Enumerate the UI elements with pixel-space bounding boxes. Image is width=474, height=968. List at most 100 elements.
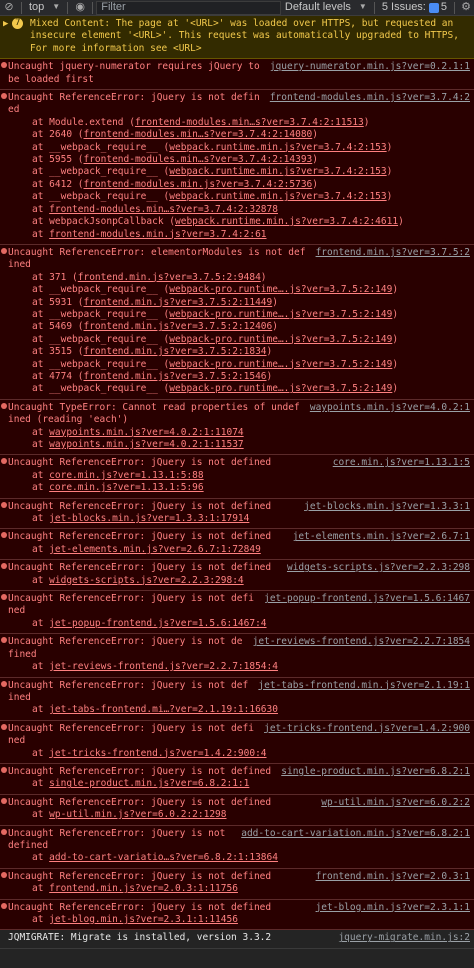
stack-frame-prefix: at __webpack_require__ ( (32, 308, 170, 320)
log-levels-dropdown[interactable]: Default levels ▼ (281, 1, 371, 13)
stack-frame: at frontend-modules.min.js?ver=3.7.4:2:6… (8, 229, 470, 241)
source-link[interactable]: jet-popup-frontend.js?ver=1.5.6:1467 (264, 593, 470, 618)
source-link[interactable]: waypoints.min.js?ver=4.0.2:1 (310, 402, 470, 427)
stack-frame-link[interactable]: webpack.runtime.min.js?ver=3.7.4:2:153 (169, 191, 386, 202)
stack-frame-link[interactable]: webpack-pro.runtime….js?ver=3.7.5:2:149 (169, 309, 392, 320)
stack-frame-link[interactable]: frontend-modules.min…s?ver=3.7.4:2:11513 (135, 117, 364, 128)
console-message-error[interactable]: Uncaught ReferenceError: jQuery is not d… (0, 899, 474, 931)
stack-frame: at core.min.js?ver=1.13.1:5:88 (8, 470, 470, 482)
stack-frame-link[interactable]: webpack-pro.runtime….js?ver=3.7.5:2:149 (169, 383, 392, 394)
source-link[interactable]: single-product.min.js?ver=6.8.2:1 (281, 766, 470, 778)
stack-frame-link[interactable]: jet-tabs-frontend.mi…?ver=2.1.19:1:16630 (49, 704, 278, 715)
stack-frame-suffix: ) (392, 333, 399, 345)
stack-frame-link[interactable]: jet-blocks.min.js?ver=1.3.3:1:17914 (49, 513, 249, 524)
gear-icon[interactable]: ⚙ (458, 1, 474, 13)
stack-frame-link[interactable]: frontend.min.js?ver=3.7.5:2:1834 (83, 346, 266, 357)
source-link[interactable]: jquery-migrate.min.js:2 (338, 932, 470, 944)
stack-frame: at jet-blocks.min.js?ver=1.3.3:1:17914 (8, 513, 470, 525)
stack-frame-link[interactable]: jet-blog.min.js?ver=2.3.1:1:11456 (49, 914, 238, 925)
console-message-error[interactable]: Uncaught ReferenceError: jQuery is not d… (0, 591, 474, 635)
stack-frame-link[interactable]: webpack.runtime.min.js?ver=3.7.4:2:153 (169, 142, 386, 153)
message-header: Uncaught ReferenceError: jQuery is not d… (8, 723, 470, 748)
stack-frame-link[interactable]: frontend.min.js?ver=2.0.3:1:11756 (49, 883, 238, 894)
stack-frame-link[interactable]: frontend.min.js?ver=3.7.5:2:12406 (83, 321, 272, 332)
source-link[interactable]: add-to-cart-variation.min.js?ver=6.8.2:1 (241, 828, 470, 853)
stack-frame-link[interactable]: frontend-modules.min…s?ver=3.7.4:2:14393 (83, 154, 312, 165)
stack-frame-link[interactable]: frontend.min.js?ver=3.7.5:2:9484 (78, 272, 261, 283)
source-link[interactable]: frontend-modules.min.js?ver=3.7.4:2 (270, 92, 470, 117)
stack-frame-prefix: at (32, 883, 50, 895)
stack-frame-suffix: ) (386, 166, 393, 178)
console-message-error[interactable]: Uncaught ReferenceError: jQuery is not d… (0, 677, 474, 721)
console-message-error[interactable]: Uncaught ReferenceError: jQuery is not d… (0, 720, 474, 764)
filter-input[interactable]: Filter (96, 0, 281, 15)
stack-frame-link[interactable]: webpack.runtime.min.js?ver=3.7.4:2:4611 (175, 216, 398, 227)
source-link[interactable]: core.min.js?ver=1.13.1:5 (333, 457, 470, 469)
stack-frame-link[interactable]: frontend-modules.min.js?ver=3.7.4:2:61 (49, 229, 266, 240)
source-link[interactable]: wp-util.min.js?ver=6.0.2:2 (321, 797, 470, 809)
message-header: JQMIGRATE: Migrate is installed, version… (8, 932, 470, 944)
stack-frame-link[interactable]: jet-elements.min.js?ver=2.6.7:1:72849 (49, 544, 261, 555)
stack-frame-prefix: at 5469 ( (32, 321, 84, 333)
source-link[interactable]: jquery-numerator.min.js?ver=0.2.1:1 (270, 61, 470, 86)
stack-frame-link[interactable]: waypoints.min.js?ver=4.0.2:1:11537 (49, 439, 243, 450)
source-link[interactable]: frontend.min.js?ver=2.0.3:1 (316, 871, 470, 883)
error-icon (1, 797, 7, 804)
stack-frame-link[interactable]: jet-popup-frontend.js?ver=1.5.6:1467:4 (49, 618, 266, 629)
message-text: Uncaught jquery-numerator requires jQuer… (8, 61, 266, 85)
stack-frame-link[interactable]: wp-util.min.js?ver=6.0.2:2:1298 (49, 809, 226, 820)
eye-icon[interactable]: ◉ (71, 0, 89, 16)
console-message-error[interactable]: Uncaught ReferenceError: jQuery is not d… (0, 529, 474, 561)
stack-frame-link[interactable]: add-to-cart-variatio…s?ver=6.8.2:1:13864 (49, 852, 278, 863)
stack-frame-link[interactable]: jet-reviews-frontend.js?ver=2.2.7:1854:4 (49, 661, 278, 672)
message-header: Uncaught ReferenceError: jQuery is not d… (8, 562, 470, 574)
console-message-info[interactable]: JQMIGRATE: Migrate is installed, version… (0, 930, 474, 949)
console-message-error[interactable]: Uncaught ReferenceError: jQuery is not d… (0, 825, 474, 869)
block-icon[interactable]: ⊘ (0, 0, 18, 16)
stack-frame: at 6412 (frontend-modules.min.js?ver=3.7… (8, 179, 470, 191)
stack-frame-link[interactable]: frontend-modules.min…s?ver=3.7.4:2:14080 (83, 129, 312, 140)
stack-frame-link[interactable]: webpack-pro.runtime….js?ver=3.7.5:2:149 (169, 334, 392, 345)
console-message-error[interactable]: Uncaught ReferenceError: jQuery is not d… (0, 560, 474, 592)
stack-frame-link[interactable]: webpack-pro.runtime….js?ver=3.7.5:2:149 (169, 284, 392, 295)
stack-frame-link[interactable]: jet-tricks-frontend.js?ver=1.4.2:900:4 (49, 748, 266, 759)
stack-frame-link[interactable]: core.min.js?ver=1.13.1:5:96 (49, 482, 203, 493)
console-message-error[interactable]: Uncaught ReferenceError: jQuery is not d… (0, 498, 474, 530)
message-text: JQMIGRATE: Migrate is installed, version… (8, 932, 272, 944)
console-message-error[interactable]: Uncaught ReferenceError: jQuery is not d… (0, 90, 474, 245)
stack-frame-link[interactable]: webpack-pro.runtime….js?ver=3.7.5:2:149 (169, 359, 392, 370)
source-link[interactable]: jet-tabs-frontend.min.js?ver=2.1.19:1 (258, 680, 470, 705)
message-header: Uncaught ReferenceError: jQuery is not d… (8, 828, 470, 853)
source-link[interactable]: widgets-scripts.js?ver=2.2.3:298 (287, 562, 470, 574)
source-link[interactable]: frontend.min.js?ver=3.7.5:2 (316, 247, 470, 272)
console-message-error[interactable]: Uncaught ReferenceError: jQuery is not d… (0, 455, 474, 499)
stack-frame-link[interactable]: frontend-modules.min.js?ver=3.7.4:2:5736 (83, 179, 312, 190)
source-link[interactable]: jet-tricks-frontend.js?ver=1.4.2:900 (264, 723, 470, 748)
stack-frame-link[interactable]: frontend.min.js?ver=3.7.5:2:11449 (83, 297, 272, 308)
console-message-error[interactable]: Uncaught jquery-numerator requires jQuer… (0, 59, 474, 91)
console-message-error[interactable]: Uncaught ReferenceError: jQuery is not d… (0, 794, 474, 826)
console-message-error[interactable]: Uncaught ReferenceError: jQuery is not d… (0, 634, 474, 678)
stack-frame-link[interactable]: widgets-scripts.js?ver=2.2.3:298:4 (49, 575, 243, 586)
toolbar-divider (67, 1, 69, 14)
console-message-error[interactable]: Uncaught ReferenceError: elementorModule… (0, 244, 474, 400)
console-message-warn[interactable]: ▶ 7 Mixed Content: The page at '<URL>' was… (0, 16, 474, 60)
context-selector[interactable]: top ▼ (25, 1, 64, 13)
console-message-error[interactable]: Uncaught ReferenceError: jQuery is not d… (0, 763, 474, 795)
console-message-error[interactable]: Uncaught TypeError: Cannot read properti… (0, 399, 474, 456)
stack-frame-link[interactable]: core.min.js?ver=1.13.1:5:88 (49, 470, 203, 481)
source-link[interactable]: jet-blog.min.js?ver=2.3.1:1 (316, 902, 470, 914)
source-link[interactable]: jet-blocks.min.js?ver=1.3.3:1 (304, 501, 470, 513)
console-message-error[interactable]: Uncaught ReferenceError: jQuery is not d… (0, 868, 474, 900)
stack-frame-link[interactable]: webpack.runtime.min.js?ver=3.7.4:2:153 (169, 166, 386, 177)
stack-frame-link[interactable]: waypoints.min.js?ver=4.0.2:1:11074 (49, 427, 243, 438)
stack-frame: at __webpack_require__ (webpack.runtime.… (8, 142, 470, 154)
stack-frame-link[interactable]: frontend-modules.min…s?ver=3.7.4:2:32878 (49, 204, 278, 215)
source-link[interactable]: jet-reviews-frontend.js?ver=2.2.7:1854 (253, 636, 470, 661)
stack-frame-prefix: at 4774 ( (32, 370, 84, 382)
issues-button[interactable]: 5 Issues: 5 (378, 1, 451, 13)
expand-arrow-icon[interactable]: ▶ (3, 18, 8, 30)
source-link[interactable]: jet-elements.min.js?ver=2.6.7:1 (293, 531, 470, 543)
stack-frame-link[interactable]: single-product.min.js?ver=6.8.2:1:1 (49, 778, 249, 789)
stack-frame-link[interactable]: frontend.min.js?ver=3.7.5:2:1546 (83, 371, 266, 382)
